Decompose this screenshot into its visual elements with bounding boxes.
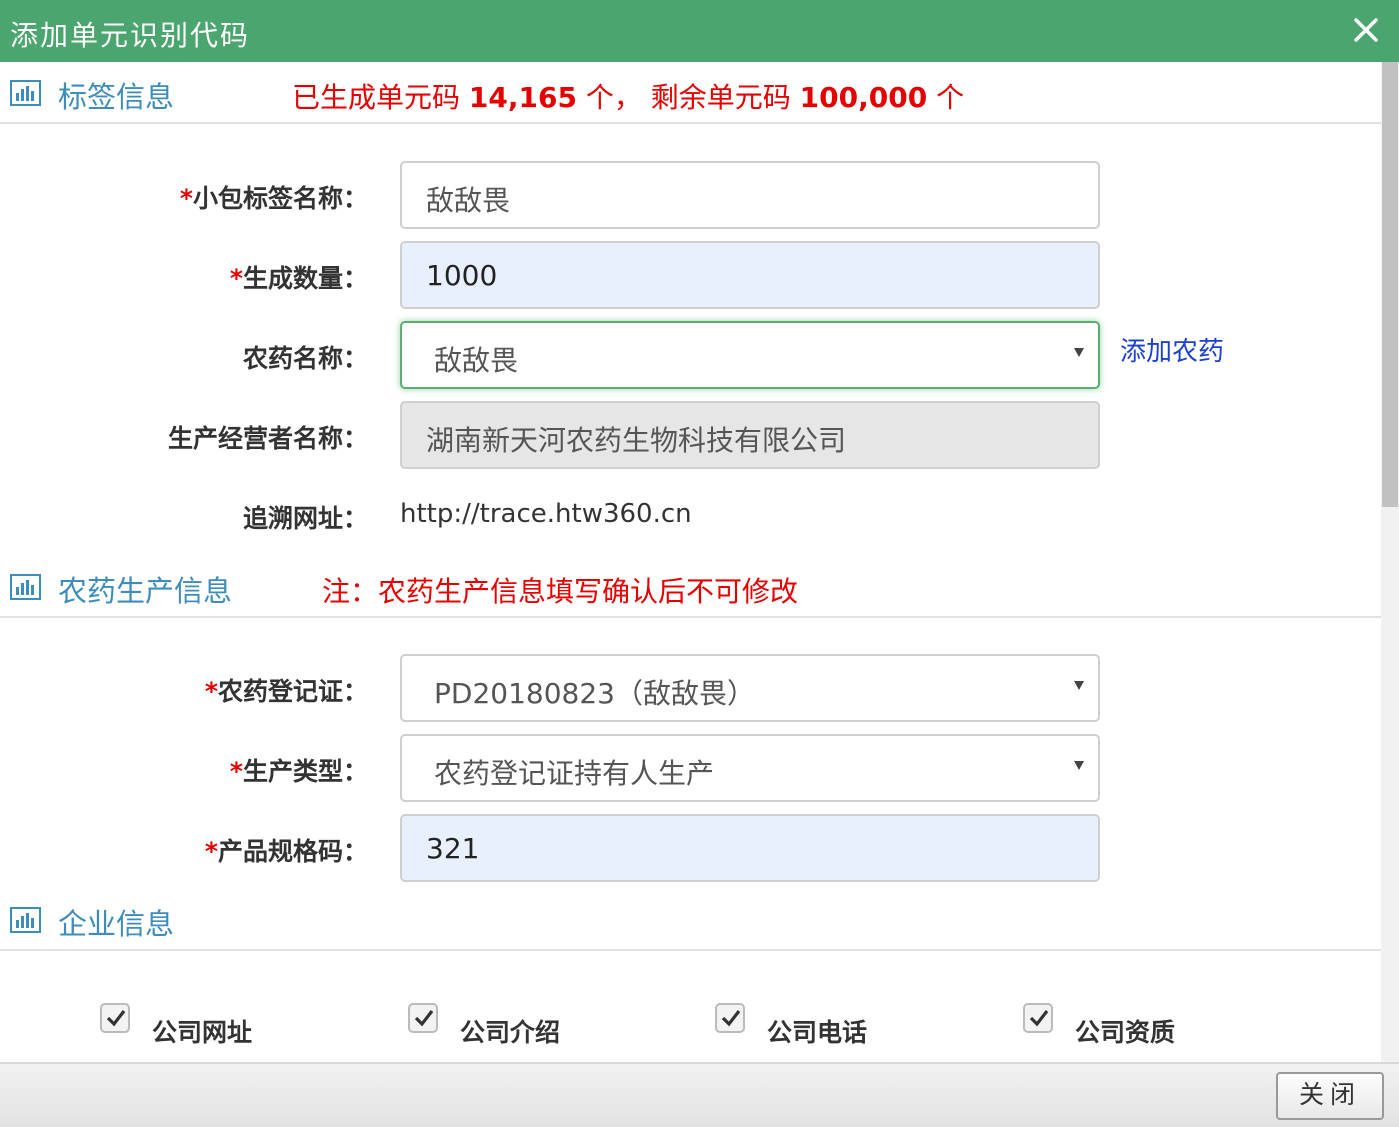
checkbox-box[interactable] [408,1003,438,1033]
field-label: 生产经营者名称： [167,424,368,453]
production-type-select[interactable]: 农药登记证持有人生产 [400,734,1100,802]
checkbox-box[interactable] [715,1003,745,1033]
dropdown-arrow-icon [1074,681,1084,690]
close-button[interactable] [1351,10,1385,50]
checkmark-icon [414,1010,434,1027]
generated-count: 14,165 [468,81,577,114]
checkbox-label: 公司网址 [152,1018,253,1047]
section-company-info: 企业信息 [0,889,1381,951]
bar-chart-icon [10,574,41,600]
pesticide-name-select[interactable]: 敌敌畏 [400,321,1100,389]
row-registration: *农药登记证： PD20180823（敌敌畏） [0,654,1381,722]
dialog-footer: 关闭 [0,1062,1399,1127]
row-producer-name: 生产经营者名称： 湖南新天河农药生物科技有限公司 [0,401,1381,469]
producer-name-input: 湖南新天河农药生物科技有限公司 [400,401,1100,469]
field-label: *农药登记证： [204,677,368,706]
field-label: *小包标签名称： [179,184,368,213]
checkbox-box[interactable] [1023,1003,1053,1033]
section-label-info: 标签信息 已生成单元码 14,165 个， 剩余单元码 100,000 个 [0,62,1381,124]
section-title: 标签信息 [58,80,175,114]
dropdown-arrow-icon [1074,348,1084,357]
remaining-count: 100,000 [799,81,928,114]
row-trace-url: 追溯网址： http://trace.htw360.cn [0,481,1381,547]
row-package-label-name: *小包标签名称： 敌敌畏 [0,161,1381,229]
add-pesticide-link[interactable]: 添加农药 [1120,331,1224,368]
checkbox-label: 公司资质 [1075,1018,1176,1047]
section-production-info: 农药生产信息 注：农药生产信息填写确认后不可修改 [0,556,1381,618]
checkbox-label: 公司电话 [767,1018,868,1047]
field-label: *产品规格码： [204,837,368,866]
selected-value: 敌敌畏 [434,344,519,377]
scrollbar[interactable] [1381,62,1399,1062]
quantity-input[interactable]: 1000 [400,241,1100,309]
row-spec-code: *产品规格码： 321 [0,814,1381,882]
bar-chart-icon [10,80,41,106]
close-dialog-button[interactable]: 关闭 [1276,1072,1384,1120]
checkbox-label: 公司介绍 [460,1018,561,1047]
section-title: 农药生产信息 [58,574,233,608]
spec-code-input[interactable]: 321 [400,814,1100,882]
selected-value: 农药登记证持有人生产 [434,757,715,790]
trace-url-value: http://trace.htw360.cn [400,499,692,529]
close-icon [1354,18,1378,42]
bar-chart-icon [10,907,41,933]
field-label: 农药名称： [242,344,368,373]
dropdown-arrow-icon [1074,761,1084,770]
row-production-type: *生产类型： 农药登记证持有人生产 [0,734,1381,802]
production-note: 注：农药生产信息填写确认后不可修改 [322,575,799,608]
dialog-titlebar: 添加单元识别代码 [0,0,1399,62]
add-unit-code-dialog: 添加单元识别代码 标签信息 已生成单元码 14,165 个， 剩余单元码 100… [0,0,1399,1127]
code-count-note: 已生成单元码 14,165 个， 剩余单元码 100,000 个 [292,81,965,114]
field-label: *生成数量： [229,264,368,293]
checkmark-icon [1029,1010,1049,1027]
package-label-name-input[interactable]: 敌敌畏 [400,161,1100,229]
row-pesticide-name: 农药名称： 敌敌畏 添加农药 [0,321,1381,389]
selected-value: PD20180823（敌敌畏） [434,677,755,710]
checkmark-icon [721,1010,741,1027]
dialog-title: 添加单元识别代码 [10,19,251,52]
field-label: 追溯网址： [242,504,368,533]
company-checkbox-group: 公司网址 公司介绍 公司电话 公司资质 [0,995,1381,1055]
row-quantity: *生成数量： 1000 [0,241,1381,309]
checkmark-icon [106,1010,126,1027]
registration-select[interactable]: PD20180823（敌敌畏） [400,654,1100,722]
section-title: 企业信息 [58,907,175,941]
scrollbar-thumb[interactable] [1382,62,1398,507]
checkbox-box[interactable] [100,1003,130,1033]
field-label: *生产类型： [229,757,368,786]
